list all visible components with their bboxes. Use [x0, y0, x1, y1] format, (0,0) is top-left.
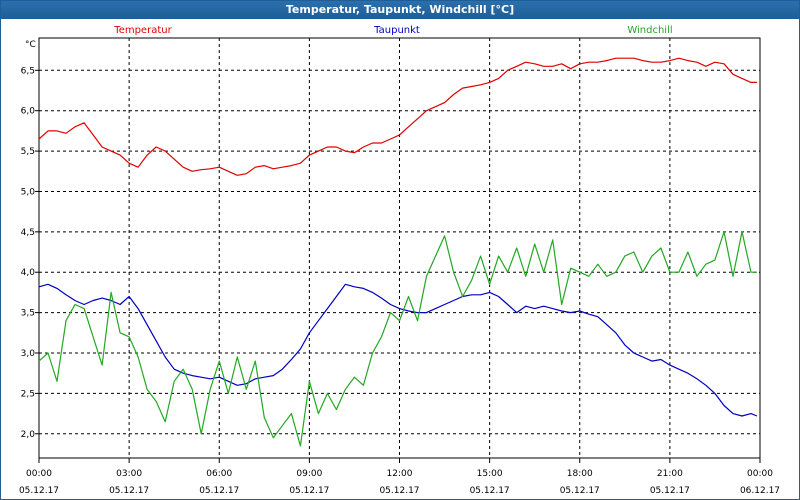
- x-tick-time: 21:00: [657, 469, 683, 479]
- x-tick-time: 06:00: [206, 469, 232, 479]
- x-tick-date: 05.12.17: [289, 486, 329, 496]
- x-tick-date: 05.12.17: [109, 486, 149, 496]
- series-lines: [38, 57, 758, 447]
- legend-entry-temperatur: Temperatur: [113, 25, 172, 36]
- y-tick-label: 4,5: [21, 228, 35, 238]
- y-tick-label: 5,0: [21, 187, 36, 197]
- series-line-temperatur: [38, 57, 757, 176]
- x-tick-time: 12:00: [387, 469, 413, 479]
- x-tick-date: 06.12.17: [740, 486, 780, 496]
- series-line-windchill: [38, 231, 757, 447]
- x-axis: 00:00 05.12.17 03:00 05.12.17 06:00 05.12.17 0…: [19, 458, 780, 496]
- x-tick-date: 05.12.17: [650, 486, 690, 496]
- x-tick-time: 03:00: [116, 469, 142, 479]
- x-tick-date: 05.12.17: [379, 486, 419, 496]
- y-tick-label: 6,0: [21, 107, 36, 117]
- y-tick-label: 5,5: [21, 147, 35, 157]
- legend-entry-taupunkt: Taupunkt: [373, 25, 420, 36]
- x-tick-date: 05.12.17: [560, 486, 600, 496]
- y-tick-label: 2,0: [21, 430, 36, 440]
- legend: Temperatur Taupunkt Windchill: [113, 25, 672, 36]
- x-tick-date: 05.12.17: [470, 486, 510, 496]
- y-tick-label: 3,5: [21, 309, 35, 319]
- y-axis-unit: °C: [25, 40, 36, 50]
- y-tick-label: 3,0: [21, 349, 36, 359]
- grid: [39, 38, 760, 458]
- x-tick-time: 09:00: [296, 469, 322, 479]
- x-tick-time: 00:00: [26, 469, 52, 479]
- y-tick-label: 6,5: [21, 66, 35, 76]
- series-line-taupunkt: [38, 283, 758, 417]
- y-axis: 2,0 2,5 3,0 3,5 4,0 4,5 5,0 5,5 6,0 6,5 °C: [21, 40, 39, 440]
- x-tick-time: 15:00: [477, 469, 503, 479]
- chart-canvas: 2,0 2,5 3,0 3,5 4,0 4,5 5,0 5,5 6,0 6,5 °C 00:00 05…: [19, 25, 780, 496]
- x-tick-date: 05.12.17: [19, 486, 59, 496]
- x-tick-time: 18:00: [567, 469, 593, 479]
- y-tick-label: 4,0: [21, 268, 36, 278]
- legend-entry-windchill: Windchill: [627, 25, 672, 36]
- x-tick-time: 00:00: [747, 469, 773, 479]
- y-tick-label: 2,5: [21, 389, 35, 399]
- x-tick-date: 05.12.17: [199, 486, 239, 496]
